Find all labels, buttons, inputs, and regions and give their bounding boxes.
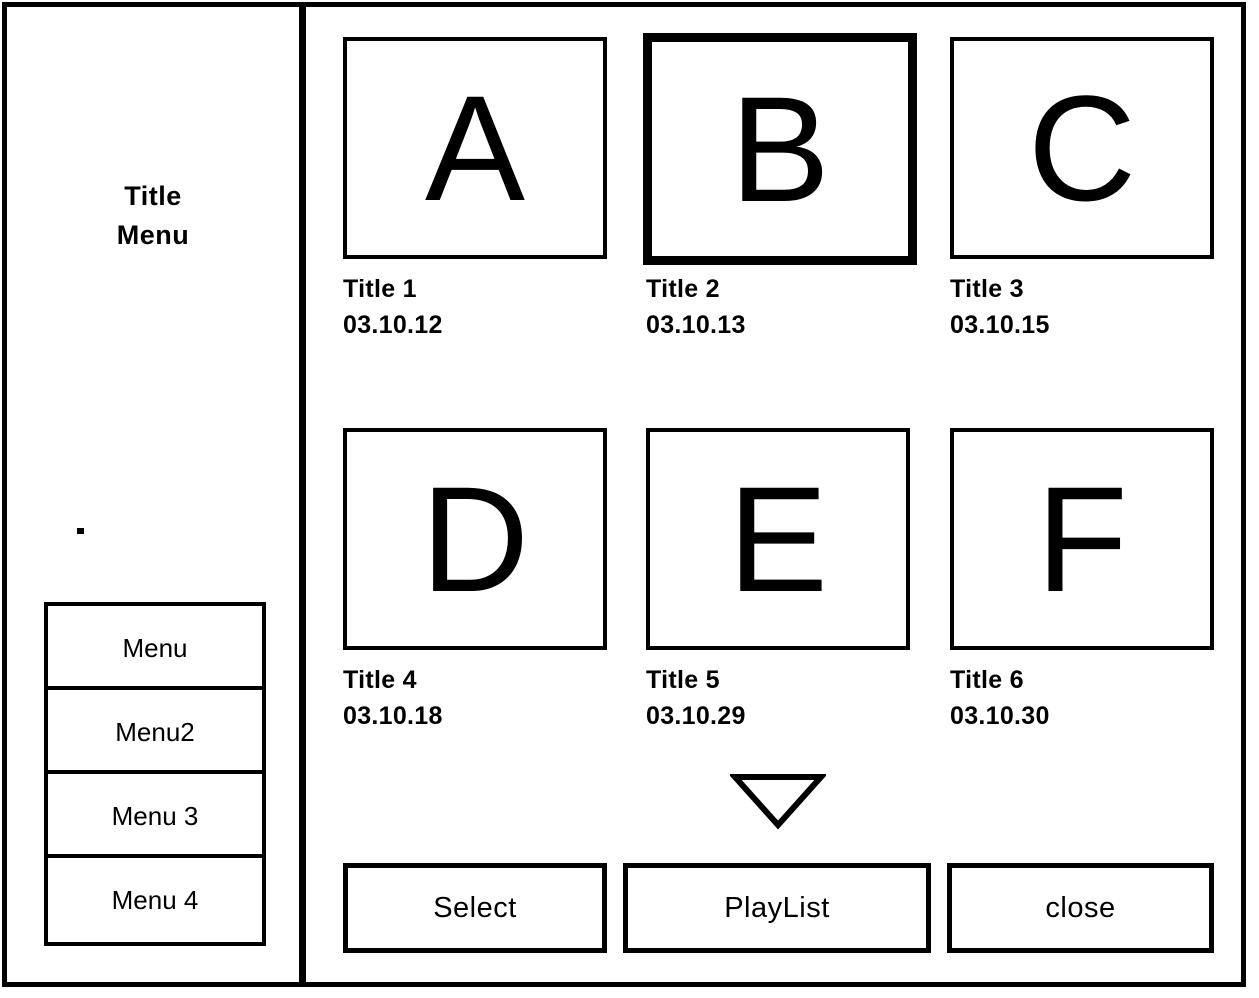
sidebar: Title Menu Menu Menu2 Menu 3 Menu 4 [7,7,299,982]
thumbnail-cell-1[interactable]: A Title 1 03.10.12 [343,37,607,343]
scroll-down-triangle-icon[interactable] [730,772,826,830]
thumbnail-meta-2: Title 2 03.10.13 [646,271,917,343]
thumbnail-date: 03.10.12 [343,311,443,339]
thumbnail-title: Title 1 [343,275,417,303]
thumbnail-date: 03.10.18 [343,702,443,730]
thumbnail-title: Title 2 [646,275,720,303]
sidebar-menu-list: Menu Menu2 Menu 3 Menu 4 [44,602,266,946]
thumbnail-letter: C [1027,64,1137,232]
thumbnail-title: Title 5 [646,666,720,694]
thumbnail-letter: D [420,455,530,623]
thumbnail-date: 03.10.15 [950,311,1050,339]
thumbnail-meta-3: Title 3 03.10.15 [950,271,1214,343]
select-button-label: Select [433,891,517,924]
thumbnail-title: Title 3 [950,275,1024,303]
sidebar-title-line-1: Title [124,181,182,211]
thumbnail-preview-2[interactable]: B [643,33,917,265]
thumbnail-cell-5[interactable]: E Title 5 03.10.29 [646,428,910,734]
sidebar-item-menu-3[interactable]: Menu 3 [48,774,262,858]
thumbnail-preview-5[interactable]: E [646,428,910,650]
sidebar-item-label: Menu 4 [111,885,199,915]
thumbnail-letter: F [1036,455,1128,623]
thumbnail-date: 03.10.29 [646,702,746,730]
thumbnail-cell-2[interactable]: B Title 2 03.10.13 [643,33,917,343]
sidebar-item-menu-1[interactable]: Menu [48,606,262,690]
sidebar-item-label: Menu 3 [111,801,199,831]
playlist-button-label: PlayList [724,891,830,924]
sidebar-item-label: Menu [122,633,188,663]
select-button[interactable]: Select [343,863,607,953]
thumbnail-title: Title 6 [950,666,1024,694]
playlist-button[interactable]: PlayList [623,863,931,953]
sidebar-marker-dot [77,528,84,534]
sidebar-item-menu-4[interactable]: Menu 4 [48,858,262,942]
thumbnail-meta-1: Title 1 03.10.12 [343,271,607,343]
content-panel: A Title 1 03.10.12 B Title 2 03.10.13 C … [306,7,1241,982]
close-button-label: close [1045,891,1116,924]
thumbnail-date: 03.10.13 [646,311,746,339]
thumbnail-title: Title 4 [343,666,417,694]
thumbnail-cell-6[interactable]: F Title 6 03.10.30 [950,428,1214,734]
thumbnail-preview-1[interactable]: A [343,37,607,259]
thumbnail-meta-5: Title 5 03.10.29 [646,662,910,734]
sidebar-content-divider [299,2,306,987]
app-screen: Title Menu Menu Menu2 Menu 3 Menu 4 A Ti… [0,0,1259,998]
thumbnail-letter: B [729,65,831,233]
close-button[interactable]: close [947,863,1214,953]
thumbnail-letter: E [727,455,829,623]
thumbnail-meta-6: Title 6 03.10.30 [950,662,1214,734]
thumbnail-cell-4[interactable]: D Title 4 03.10.18 [343,428,607,734]
sidebar-item-label: Menu2 [115,717,195,747]
thumbnail-meta-4: Title 4 03.10.18 [343,662,607,734]
thumbnail-cell-3[interactable]: C Title 3 03.10.15 [950,37,1214,343]
thumbnail-letter: A [424,64,526,232]
thumbnail-preview-4[interactable]: D [343,428,607,650]
thumbnail-date: 03.10.30 [950,702,1050,730]
sidebar-title-line-2: Menu [116,220,190,250]
sidebar-item-menu-2[interactable]: Menu2 [48,690,262,774]
thumbnail-preview-3[interactable]: C [950,37,1214,259]
sidebar-title: Title Menu [7,177,299,255]
thumbnail-preview-6[interactable]: F [950,428,1214,650]
